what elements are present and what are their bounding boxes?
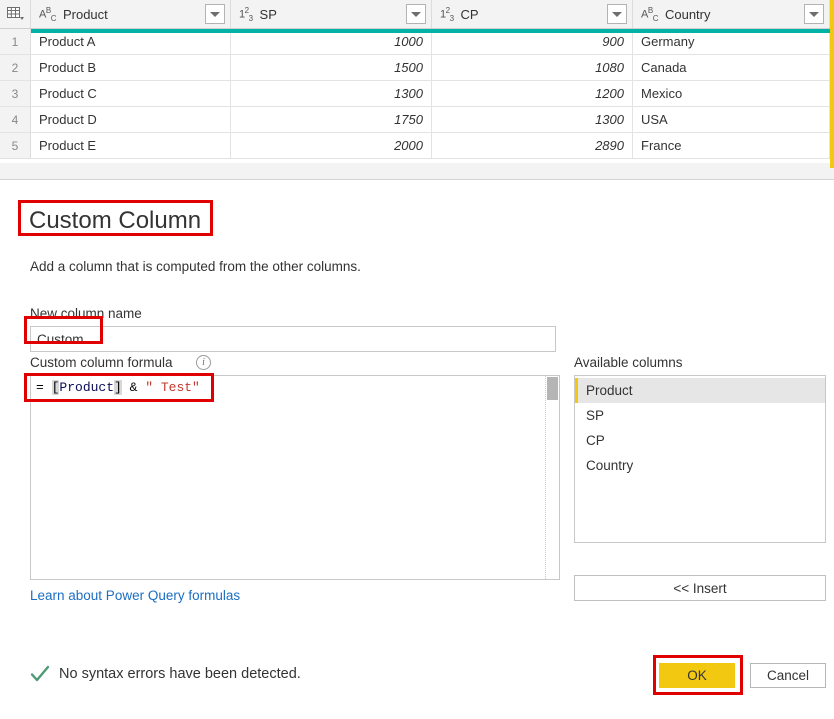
formula-scrollbar[interactable] <box>545 376 559 579</box>
available-column-label: CP <box>586 433 605 448</box>
row-number: 3 <box>0 81 31 106</box>
check-icon <box>30 665 50 683</box>
cell-country[interactable]: USA <box>633 107 830 132</box>
column-header-product[interactable]: ABC Product <box>31 0 231 28</box>
cell-country[interactable]: Canada <box>633 55 830 80</box>
dialog-subtitle: Add a column that is computed from the o… <box>30 259 361 274</box>
grid-right-edge-accent <box>830 0 834 168</box>
cell-product[interactable]: Product B <box>31 55 231 80</box>
available-column-label: SP <box>586 408 605 423</box>
formula-token-bracket: ] <box>114 380 122 395</box>
table-row[interactable]: 5 Product E 2000 2890 France <box>0 133 834 159</box>
available-columns-label: Available columns <box>574 355 683 370</box>
column-header-label: SP <box>259 6 277 22</box>
cell-product[interactable]: Product D <box>31 107 231 132</box>
page-title: Custom Column <box>29 207 202 234</box>
column-filter-button-product[interactable] <box>205 4 225 24</box>
table-row[interactable]: 3 Product C 1300 1200 Mexico <box>0 81 834 107</box>
column-header-sp[interactable]: 123 SP <box>231 0 432 28</box>
cell-product[interactable]: Product E <box>31 133 231 158</box>
available-column-item-product[interactable]: Product <box>575 378 825 403</box>
cell-sp[interactable]: 2000 <box>231 133 432 158</box>
row-number: 2 <box>0 55 31 80</box>
row-number: 5 <box>0 133 31 158</box>
ok-button[interactable]: OK <box>659 663 735 688</box>
123-number-type-icon: 123 <box>440 5 454 23</box>
available-column-item-cp[interactable]: CP <box>575 428 825 453</box>
abc-text-type-icon: ABC <box>39 5 56 23</box>
abc-text-type-icon: ABC <box>641 5 658 23</box>
syntax-status: No syntax errors have been detected. <box>30 665 301 683</box>
available-column-item-sp[interactable]: SP <box>575 403 825 428</box>
formula-token-string: " Test" <box>145 380 200 395</box>
table-icon <box>6 7 24 21</box>
grid-header-row: ABC Product 123 SP 123 CP ABC Country <box>0 0 834 29</box>
column-header-cp[interactable]: 123 CP <box>432 0 633 28</box>
insert-button[interactable]: << Insert <box>574 575 826 601</box>
grid-dialog-separator <box>0 168 834 180</box>
column-header-label: Product <box>62 6 108 22</box>
formula-token-op: = <box>36 380 52 395</box>
chevron-down-icon <box>809 11 819 17</box>
custom-column-formula-label: Custom column formula <box>30 355 173 370</box>
custom-column-formula-editor[interactable]: = [Product] & " Test" <box>30 375 560 580</box>
available-columns-list[interactable]: Product SP CP Country <box>574 375 826 543</box>
cell-product[interactable]: Product C <box>31 81 231 106</box>
column-filter-button-country[interactable] <box>804 4 824 24</box>
cell-cp[interactable]: 1200 <box>432 81 633 106</box>
cell-country[interactable]: France <box>633 133 830 158</box>
chevron-down-icon <box>411 11 421 17</box>
formula-token-op: & <box>121 380 146 395</box>
cell-country[interactable]: Mexico <box>633 81 830 106</box>
cancel-button[interactable]: Cancel <box>750 663 826 688</box>
new-column-name-input[interactable] <box>30 326 556 352</box>
table-row[interactable]: 4 Product D 1750 1300 USA <box>0 107 834 133</box>
syntax-status-text: No syntax errors have been detected. <box>59 666 301 682</box>
available-column-item-country[interactable]: Country <box>575 453 825 478</box>
custom-column-dialog: Custom Column Add a column that is compu… <box>0 181 834 719</box>
new-column-name-label: New column name <box>30 306 142 321</box>
cell-cp[interactable]: 2890 <box>432 133 633 158</box>
column-header-country[interactable]: ABC Country <box>633 0 830 28</box>
available-column-label: Country <box>586 458 634 473</box>
chevron-down-icon <box>210 11 220 17</box>
cell-cp[interactable]: 1080 <box>432 55 633 80</box>
row-number: 4 <box>0 107 31 132</box>
formula-token-ident: Product <box>59 380 115 395</box>
column-filter-button-cp[interactable] <box>607 4 627 24</box>
column-header-label: Country <box>664 6 711 22</box>
formula-text: = [Product] & " Test" <box>36 380 200 396</box>
column-header-label: CP <box>460 6 479 22</box>
available-column-label: Product <box>586 383 633 398</box>
data-preview-grid: ABC Product 123 SP 123 CP ABC Country 1 Product … <box>0 0 834 168</box>
grid-body: 1 Product A 1000 900 Germany 2 Product B 1500 10… <box>0 29 834 159</box>
column-filter-button-sp[interactable] <box>406 4 426 24</box>
row-number: 1 <box>0 29 31 54</box>
info-icon[interactable]: i <box>196 355 211 370</box>
123-number-type-icon: 123 <box>239 5 253 23</box>
select-all-columns-button[interactable] <box>0 0 31 28</box>
cell-sp[interactable]: 1500 <box>231 55 432 80</box>
header-accent-rule <box>31 29 830 33</box>
cell-sp[interactable]: 1750 <box>231 107 432 132</box>
cell-sp[interactable]: 1300 <box>231 81 432 106</box>
learn-about-power-query-formulas-link[interactable]: Learn about Power Query formulas <box>30 588 240 603</box>
chevron-down-icon <box>612 11 622 17</box>
cell-cp[interactable]: 1300 <box>432 107 633 132</box>
formula-scrollbar-thumb[interactable] <box>547 377 558 400</box>
table-row[interactable]: 2 Product B 1500 1080 Canada <box>0 55 834 81</box>
